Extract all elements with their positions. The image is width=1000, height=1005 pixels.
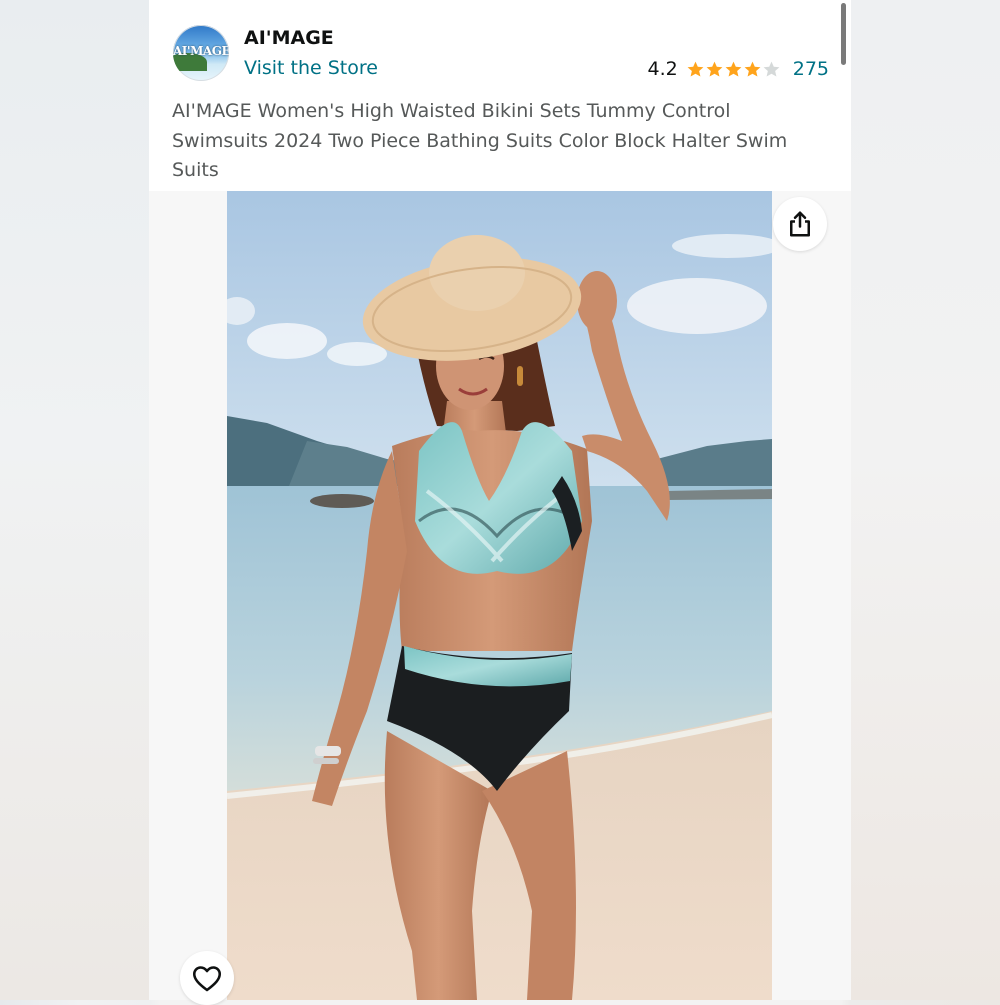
star-empty-icon (763, 61, 780, 77)
logo-text: AI'MAGE (173, 44, 229, 58)
star-rating (686, 60, 781, 79)
share-icon (790, 211, 810, 237)
star-icon (706, 61, 723, 77)
visit-store-link[interactable]: Visit the Store (244, 57, 378, 79)
add-to-wishlist-button[interactable] (180, 951, 234, 1005)
product-title: AI'MAGE Women's High Waisted Bikini Sets… (172, 100, 788, 181)
star-icon (725, 61, 742, 77)
product-card: AI'MAGE AI'MAGE Visit the Store 4.2 275 … (149, 0, 851, 1005)
product-header: AI'MAGE AI'MAGE Visit the Store 4.2 275 … (149, 0, 851, 190)
share-button[interactable] (773, 197, 827, 251)
image-gallery (149, 191, 851, 1005)
star-icon (687, 61, 704, 77)
store-logo[interactable]: AI'MAGE (173, 25, 229, 81)
brand-name: AI'MAGE (244, 27, 334, 49)
review-count-link[interactable]: 275 (793, 58, 829, 80)
star-icon (744, 61, 761, 77)
background-right (851, 0, 1000, 1000)
scrollbar[interactable] (841, 3, 846, 65)
background-left (0, 0, 149, 1000)
product-image[interactable] (227, 191, 772, 1000)
heart-icon (192, 966, 222, 992)
rating-value: 4.2 (647, 58, 678, 80)
rating-summary[interactable]: 4.2 275 (648, 57, 829, 81)
